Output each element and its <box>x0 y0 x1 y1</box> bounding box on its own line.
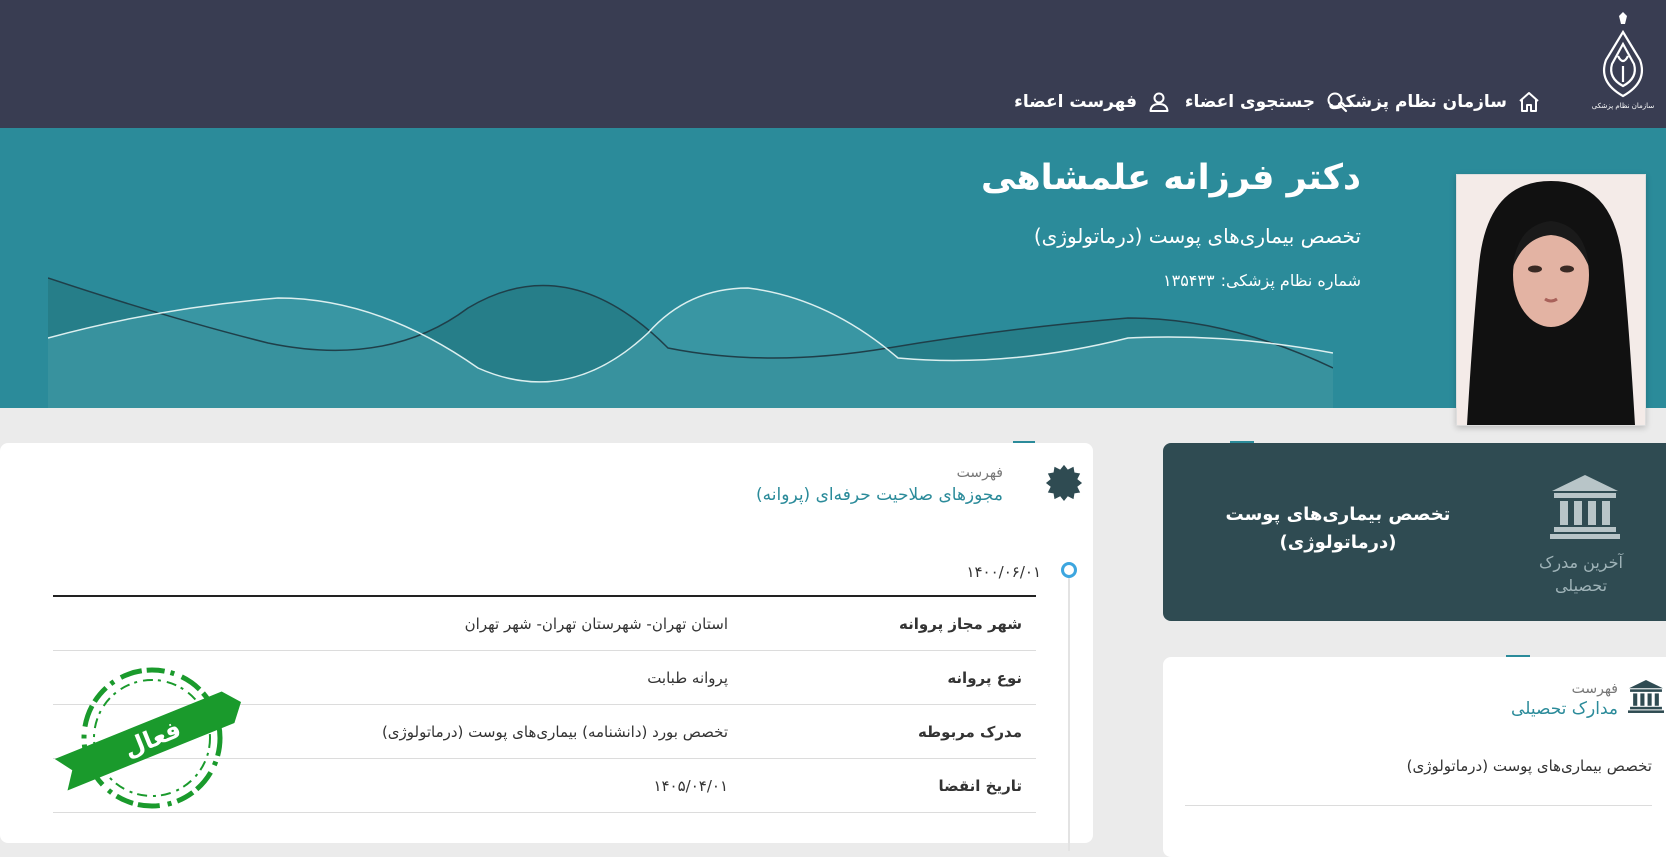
licenses-title: مجوزهای صلاحیت حرفه‌ای (پروانه) <box>756 485 1003 505</box>
row-value: تخصص بورد (دانشنامه) بیماری‌های پوست (در… <box>381 723 728 741</box>
education-title: مدارک تحصیلی <box>1511 699 1618 719</box>
nav-item-label: فهرست اعضاء <box>1014 92 1137 112</box>
medical-number-value: ۱۳۵۴۳۳ <box>1163 271 1215 290</box>
row-key: نوع پروانه <box>947 669 1022 687</box>
home-icon <box>1519 92 1539 112</box>
nav-item-label: سازمان نظام پزشکی <box>1328 92 1507 112</box>
doctor-photo <box>1456 174 1646 426</box>
row-key: تاریخ انقضا <box>938 777 1022 795</box>
row-key: مدرک مربوطه <box>917 723 1022 741</box>
row-key: شهر مجاز پروانه <box>899 615 1022 633</box>
license-date: ۱۴۰۰/۰۶/۰۱ <box>966 563 1041 581</box>
profile-banner: دکتر فرزانه علمشاهی تخصص بیماری‌های پوست… <box>0 128 1666 408</box>
nav-item-medical-council[interactable]: سازمان نظام پزشکی <box>1328 84 1541 120</box>
badge-icon <box>1045 464 1083 501</box>
svg-text:سازمان نظام پزشکی: سازمان نظام پزشکی <box>1592 102 1655 110</box>
decorative-waves <box>48 277 1333 408</box>
last-degree-label: آخرین مدرک تحصیلی <box>1539 553 1623 595</box>
row-value: پروانه طبابت <box>647 669 728 687</box>
search-icon <box>1327 92 1348 113</box>
nav-item-search-members[interactable]: جستجوی اعضاء <box>1185 84 1349 120</box>
table-row: شهر مجاز پروانه استان تهران- شهرستان تهر… <box>53 597 1036 651</box>
row-value: ۱۴۰۵/۰۴/۰۱ <box>653 777 728 795</box>
education-subtitle: فهرست <box>1571 681 1618 697</box>
list-item: تخصص بیماری‌های پوست (درماتولوژی) <box>1406 757 1652 775</box>
doctor-name: دکتر فرزانه علمشاهی <box>980 158 1361 198</box>
institution-icon <box>1628 680 1664 713</box>
medical-council-logo[interactable]: سازمان نظام پزشکی <box>1588 10 1658 110</box>
timeline-dot <box>1061 562 1077 578</box>
timeline-line <box>1068 571 1070 851</box>
medical-number: شماره نظام پزشکی: ۱۳۵۴۳۳ <box>1163 271 1361 290</box>
education-card: فهرست مدارک تحصیلی تخصص بیماری‌های پوست … <box>1163 657 1666 857</box>
doctor-specialty: تخصص بیماری‌های پوست (درماتولوژی) <box>1033 224 1361 248</box>
licenses-card: فهرست مجوزهای صلاحیت حرفه‌ای (پروانه) ۱۴… <box>0 443 1093 851</box>
top-navbar: سازمان نظام پزشکی سازمان نظام پزشکی جستج… <box>0 0 1666 128</box>
licenses-subtitle: فهرست <box>956 465 1003 481</box>
divider <box>1185 805 1652 806</box>
nav-item-label: جستجوی اعضاء <box>1184 92 1315 112</box>
institution-icon <box>1550 475 1620 539</box>
active-status-stamp: فعال <box>54 667 242 809</box>
last-degree-title: تخصص بیماری‌های پوست (درماتولوژی) <box>1225 504 1451 553</box>
user-icon <box>1149 92 1169 112</box>
row-value: استان تهران- شهرستان تهران- شهر تهران <box>464 615 728 633</box>
nav-item-members-list[interactable]: فهرست اعضاء <box>1014 84 1171 120</box>
last-degree-card: آخرین مدرک تحصیلی تخصص بیماری‌های پوست (… <box>1163 443 1666 621</box>
medical-number-label: شماره نظام پزشکی: <box>1220 271 1361 290</box>
